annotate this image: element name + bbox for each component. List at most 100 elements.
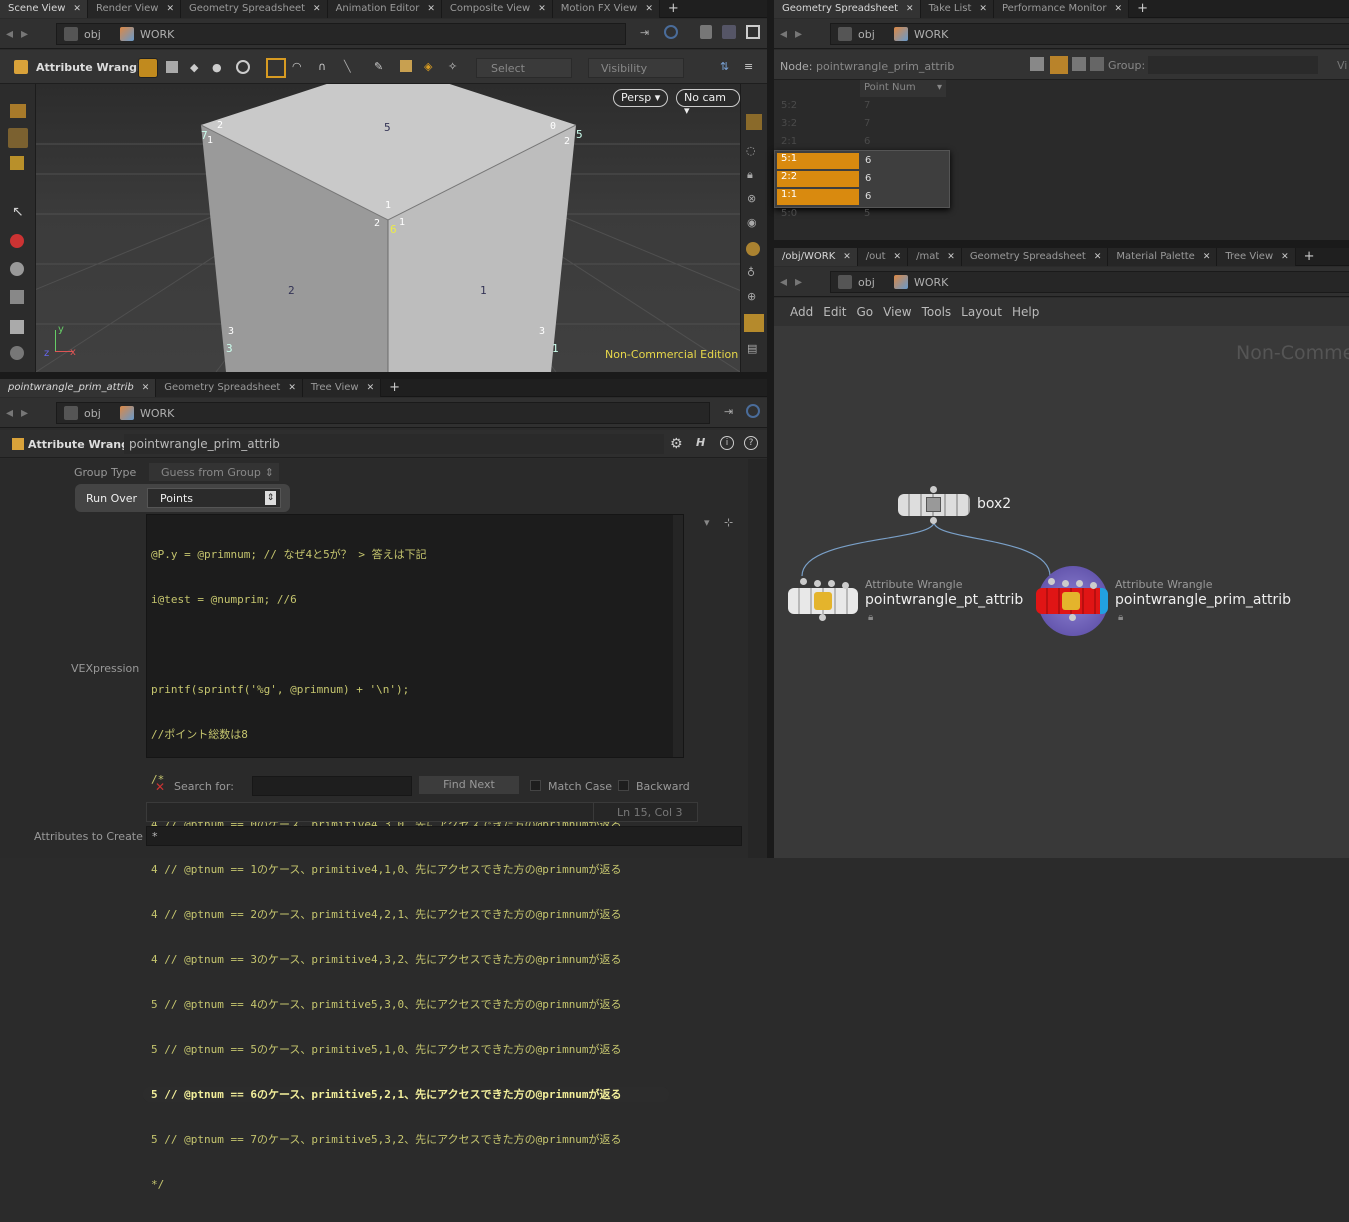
- add-tab-icon[interactable]: +: [381, 380, 408, 395]
- table-row-id[interactable]: 5:0: [781, 208, 797, 219]
- tab-geometry-spreadsheet[interactable]: Geometry Spreadsheet ✕: [774, 0, 921, 18]
- back-arrow-icon[interactable]: ◂: [780, 274, 787, 290]
- edge-mode-icon[interactable]: ●: [212, 61, 222, 74]
- select-arrow-icon[interactable]: ↖: [12, 204, 24, 220]
- visibility-dropdown[interactable]: Visibility: [588, 58, 684, 78]
- tab-composite-view[interactable]: Composite View ✕: [441, 0, 553, 18]
- table-row-id[interactable]: 5:1: [777, 153, 859, 169]
- input-port[interactable]: [1048, 578, 1055, 585]
- input-port[interactable]: [800, 578, 807, 585]
- input-port[interactable]: [1090, 582, 1097, 589]
- pointwrangle-pt-attrib-node[interactable]: [788, 588, 858, 614]
- add-tab-icon[interactable]: +: [1129, 1, 1156, 16]
- table-row-id[interactable]: 2:2: [777, 171, 859, 187]
- input-port[interactable]: [814, 580, 821, 587]
- breadcrumb-obj[interactable]: obj: [838, 27, 875, 41]
- input-port[interactable]: [930, 486, 937, 493]
- point-mode-icon[interactable]: ◆: [190, 61, 198, 74]
- tab-geometry-spreadsheet[interactable]: Geometry Spreadsheet ✕: [961, 247, 1109, 266]
- select-mode-icon[interactable]: [138, 58, 158, 78]
- info-icon[interactable]: i: [720, 436, 734, 450]
- tab-geometry-spreadsheet[interactable]: Geometry Spreadsheet ✕: [156, 378, 303, 397]
- column-header[interactable]: Point Num ▾: [860, 80, 946, 97]
- lock-icon[interactable]: 🔒︎: [1118, 612, 1123, 623]
- help-icon[interactable]: ?: [744, 436, 758, 450]
- select-dropdown[interactable]: Select: [476, 58, 572, 78]
- tab-tree-view[interactable]: Tree View ✕: [302, 378, 382, 397]
- tab-performance-monitor[interactable]: Performance Monitor ✕: [993, 0, 1130, 18]
- display-options-icon[interactable]: [700, 25, 712, 39]
- close-icon[interactable]: ✕: [1094, 252, 1102, 262]
- close-icon[interactable]: ✕: [894, 252, 902, 262]
- forward-arrow-icon[interactable]: ▸: [795, 26, 802, 42]
- run-over-dropdown[interactable]: Points ⇕: [147, 488, 281, 508]
- ghost-icon[interactable]: ◌: [746, 144, 756, 157]
- close-search-icon[interactable]: ✕: [155, 780, 165, 794]
- output-port[interactable]: [1069, 614, 1076, 621]
- input-port[interactable]: [1076, 580, 1083, 587]
- close-icon[interactable]: ✕: [166, 4, 174, 14]
- camera-icon[interactable]: [10, 346, 24, 360]
- output-port[interactable]: [819, 614, 826, 621]
- points-mode-icon[interactable]: [1030, 57, 1044, 71]
- close-icon[interactable]: ✕: [843, 252, 851, 262]
- selection-tool-icon[interactable]: ✎: [374, 60, 383, 73]
- breadcrumb-obj[interactable]: obj: [838, 275, 875, 289]
- close-icon[interactable]: ✕: [906, 4, 914, 14]
- add-tab-icon[interactable]: +: [660, 1, 687, 16]
- close-icon[interactable]: ✕: [73, 4, 81, 14]
- maximize-icon[interactable]: [746, 25, 760, 39]
- search-input[interactable]: [252, 776, 412, 796]
- tab-render-view[interactable]: Render View ✕: [87, 0, 182, 18]
- close-icon[interactable]: ✕: [538, 4, 546, 14]
- input-port[interactable]: [842, 582, 849, 589]
- close-icon[interactable]: ⊗: [747, 192, 756, 205]
- params-scrollbar[interactable]: [748, 459, 767, 858]
- tab-tree-view[interactable]: Tree View ✕: [1217, 247, 1296, 266]
- face-mode-icon[interactable]: [236, 60, 250, 74]
- tab-mat[interactable]: /mat ✕: [908, 247, 962, 266]
- table-row-id[interactable]: 3:2: [776, 118, 860, 134]
- back-arrow-icon[interactable]: ◂: [6, 26, 13, 42]
- group-type-dropdown[interactable]: Guess from Group ⇕: [148, 462, 280, 482]
- backward-checkbox[interactable]: [618, 780, 629, 791]
- node-name-field[interactable]: pointwrangle_prim_attrib: [124, 434, 664, 454]
- box-select-icon[interactable]: [266, 58, 286, 78]
- editor-scrollbar[interactable]: [673, 515, 683, 757]
- detail-mode-icon[interactable]: [1090, 57, 1104, 71]
- secure-selection-icon[interactable]: ✧: [448, 60, 457, 73]
- select-groups-icon[interactable]: [400, 60, 412, 72]
- help-h-icon[interactable]: H: [696, 436, 705, 449]
- prims-mode-icon[interactable]: [1050, 56, 1068, 74]
- brush-select-icon[interactable]: ∩: [318, 60, 326, 73]
- close-icon[interactable]: ✕: [427, 4, 435, 14]
- tab-motion-fx-view[interactable]: Motion FX View ✕: [552, 0, 660, 18]
- back-arrow-icon[interactable]: ◂: [6, 405, 13, 421]
- breadcrumb-work[interactable]: WORK: [894, 275, 948, 289]
- breadcrumb-work[interactable]: WORK: [120, 27, 174, 41]
- gear-icon[interactable]: ⚙: [670, 436, 683, 452]
- expand-arrow-icon[interactable]: ▾: [704, 516, 710, 529]
- pin-icon[interactable]: ⇥: [640, 26, 649, 39]
- breadcrumb-work[interactable]: WORK: [120, 406, 174, 420]
- view-tool-icon[interactable]: [10, 156, 24, 170]
- tab-scene-view[interactable]: Scene View ✕: [0, 0, 88, 18]
- lasso-select-icon[interactable]: ◠: [292, 60, 302, 73]
- menu-go[interactable]: Go: [856, 305, 873, 319]
- vertices-mode-icon[interactable]: [1072, 57, 1086, 71]
- preset-menu-icon[interactable]: ⊹: [724, 516, 733, 529]
- object-mode-icon[interactable]: [166, 61, 178, 73]
- breadcrumb-work[interactable]: WORK: [894, 27, 948, 41]
- tab-take-list[interactable]: Take List ✕: [920, 0, 994, 18]
- table-row-id[interactable]: 5:2: [776, 100, 860, 116]
- snapshot-icon[interactable]: [744, 314, 764, 332]
- view-menu[interactable]: Vi: [1337, 59, 1347, 72]
- laser-select-icon[interactable]: ╲: [344, 60, 351, 73]
- attributes-to-create-field[interactable]: *: [146, 826, 742, 846]
- menu-layout[interactable]: Layout: [961, 305, 1002, 319]
- forward-arrow-icon[interactable]: ▸: [21, 405, 28, 421]
- breadcrumb-obj[interactable]: obj: [64, 27, 101, 41]
- tab-animation-editor[interactable]: Animation Editor ✕: [327, 0, 442, 18]
- close-icon[interactable]: ✕: [947, 252, 955, 262]
- close-icon[interactable]: ✕: [142, 383, 150, 393]
